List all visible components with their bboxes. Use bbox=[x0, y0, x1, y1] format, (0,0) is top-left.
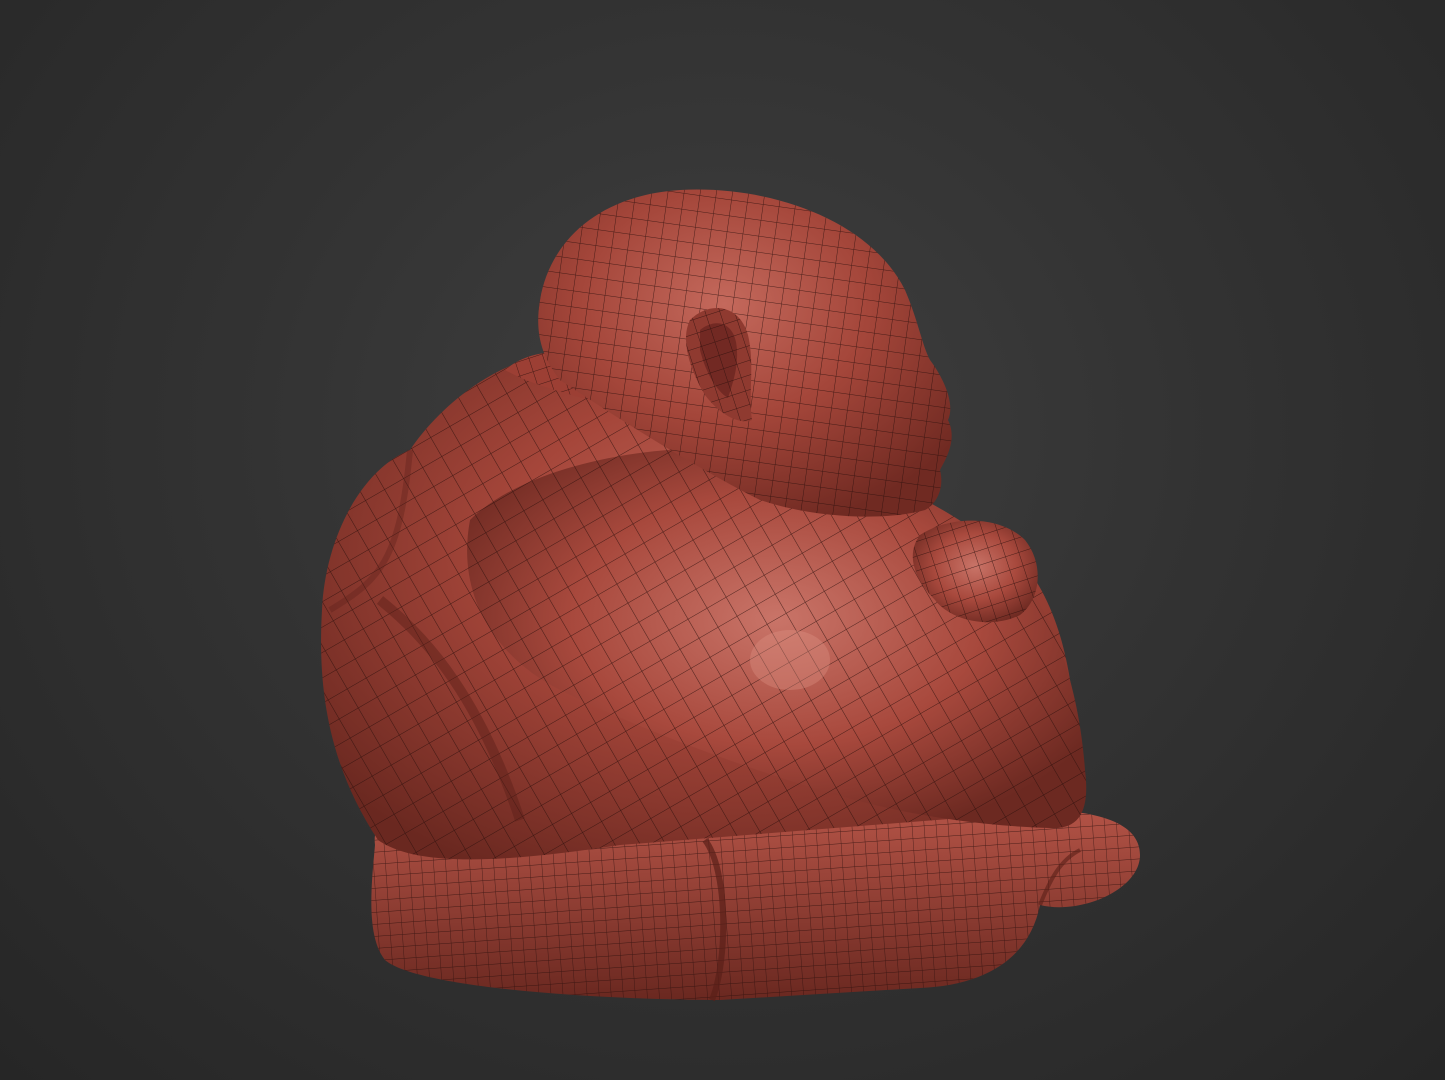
sculpt-model-render bbox=[321, 189, 1140, 1002]
3d-viewport[interactable] bbox=[0, 0, 1445, 1080]
